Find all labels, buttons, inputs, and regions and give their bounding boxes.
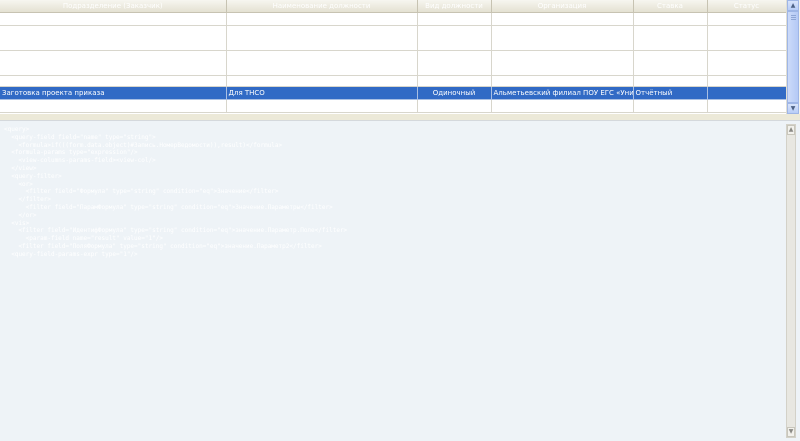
table-cell xyxy=(417,75,492,87)
code-line: <filter field="ИдентифФормула" type="str… xyxy=(4,227,348,235)
code-line: <param-field name="result" value="1"/> xyxy=(4,235,163,243)
code-line: </or> xyxy=(4,211,37,219)
code-line: <query> xyxy=(4,126,30,133)
column-header-position[interactable]: Наименование должности xyxy=(226,0,418,13)
code-line: <or> xyxy=(4,180,33,188)
table-cell xyxy=(491,75,634,87)
table-cell xyxy=(417,25,492,51)
table-cell-rate: Отчётный xyxy=(633,86,708,100)
grid-vertical-scrollbar[interactable]: ▲ ▼ xyxy=(786,0,800,114)
table-cell xyxy=(226,12,418,26)
table-row[interactable] xyxy=(0,50,786,76)
table-row[interactable] xyxy=(0,25,786,51)
table-row[interactable] xyxy=(0,12,786,26)
table-cell xyxy=(417,50,492,76)
table-cell xyxy=(707,12,786,26)
table-cell xyxy=(226,50,418,76)
grip-line xyxy=(791,15,796,16)
table-cell xyxy=(707,50,786,76)
scroll-down-icon[interactable]: ▼ xyxy=(787,427,795,437)
grid-scroll-thumb[interactable] xyxy=(787,11,799,103)
table-cell xyxy=(0,12,227,26)
code-line: <filter field="Формула" type="string" co… xyxy=(4,188,279,196)
table-cell xyxy=(707,75,786,87)
scroll-up-icon[interactable]: ▲ xyxy=(787,0,799,11)
column-header-rate[interactable]: Ставка xyxy=(633,0,708,13)
code-line: <view-columns-params-field><view-col/> xyxy=(4,157,156,165)
table-cell xyxy=(491,50,634,76)
table-cell xyxy=(633,50,708,76)
table-cell xyxy=(491,12,634,26)
table-cell xyxy=(0,50,227,76)
table-cell xyxy=(417,99,492,113)
table-cell xyxy=(633,99,708,113)
table-cell-position-type: Одиночный xyxy=(417,86,492,100)
code-line: <formula-params type="expression"/> xyxy=(4,149,138,157)
table-row[interactable] xyxy=(0,75,786,87)
table-cell xyxy=(0,75,227,87)
table-cell xyxy=(707,25,786,51)
table-cell xyxy=(417,12,492,26)
table-cell xyxy=(0,99,227,113)
column-header-department[interactable]: Подразделение (Заказчик) xyxy=(0,0,227,13)
grip-line xyxy=(791,17,796,18)
code-line: <formula>if(((form.data.object)#Запись.Н… xyxy=(4,141,283,149)
table-cell xyxy=(0,25,227,51)
grid-header-row: Подразделение (Заказчик) Наименование до… xyxy=(0,0,786,13)
query-text-pane[interactable]: <query> <query-field field="name" type="… xyxy=(0,120,800,441)
table-cell xyxy=(707,99,786,113)
query-text-area[interactable]: <query> <query-field field="name" type="… xyxy=(4,126,780,436)
records-grid-panel: Подразделение (Заказчик) Наименование до… xyxy=(0,0,800,115)
table-row[interactable] xyxy=(0,99,786,113)
column-header-position-type[interactable]: Вид должности xyxy=(417,0,492,13)
table-cell xyxy=(226,99,418,113)
table-cell xyxy=(226,25,418,51)
code-line: <query-filter> xyxy=(4,172,62,180)
code-line: <vis> xyxy=(4,219,30,227)
table-cell-department: Заготовка проекта приказа xyxy=(0,86,227,100)
table-cell xyxy=(633,25,708,51)
table-cell-position: Для ТНСО xyxy=(226,86,418,100)
table-cell xyxy=(491,99,634,113)
code-vertical-scrollbar[interactable]: ▲ ▼ xyxy=(786,124,796,438)
table-cell xyxy=(226,75,418,87)
selected-table-row[interactable]: Заготовка проекта приказа Для ТНСО Одино… xyxy=(0,86,786,100)
table-cell xyxy=(633,75,708,87)
code-line: <filter field="ПарамФормула" type="strin… xyxy=(4,203,333,211)
code-line: </filter> xyxy=(4,196,51,204)
table-cell-status xyxy=(707,86,786,100)
table-cell-organization: Альметьевский филиал ПОУ ЕГС «Универс xyxy=(491,86,634,100)
table-cell xyxy=(633,12,708,26)
code-line: <query-field field="name" type="string"> xyxy=(4,133,156,141)
column-header-organization[interactable]: Организация xyxy=(491,0,634,13)
scroll-down-icon[interactable]: ▼ xyxy=(787,103,799,114)
code-line: <filter field="ПоляФормула" type="string… xyxy=(4,242,322,250)
column-header-status[interactable]: Статус xyxy=(707,0,786,13)
code-line: </view> xyxy=(4,164,37,172)
table-cell xyxy=(491,25,634,51)
records-grid: Подразделение (Заказчик) Наименование до… xyxy=(0,0,786,114)
scroll-up-icon[interactable]: ▲ xyxy=(787,125,795,135)
code-line: <query-field-params-expr type="1"/> xyxy=(4,250,138,258)
grip-line xyxy=(791,19,796,20)
